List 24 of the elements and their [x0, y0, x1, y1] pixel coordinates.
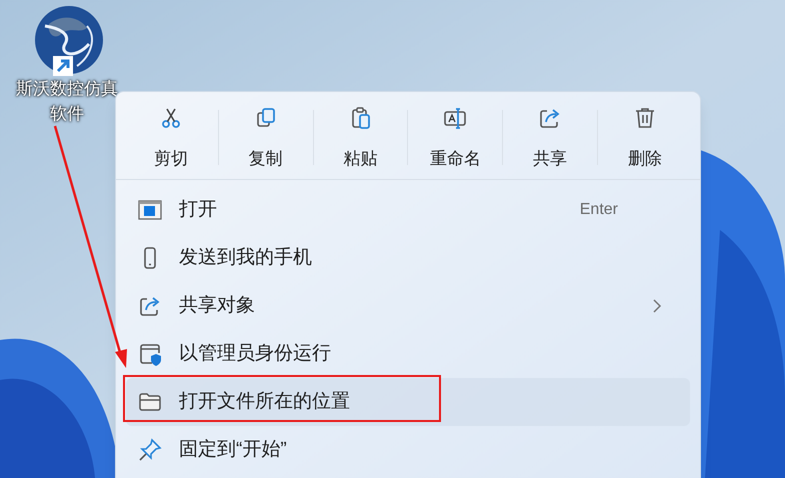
menu-item[interactable]: 发送到我的手机	[126, 234, 690, 282]
menu-item-label: 打开	[179, 198, 217, 222]
pin-icon	[138, 438, 162, 462]
toolbar-button[interactable]: 剪切	[124, 106, 218, 169]
window-icon	[138, 198, 162, 222]
toolbar-button[interactable]: 粘贴	[314, 106, 408, 169]
menu-item-label: 固定到“开始”	[179, 438, 287, 462]
menu-item-label: 发送到我的手机	[179, 246, 312, 270]
toolbar-button[interactable]: 重命名	[408, 106, 502, 169]
menu-item[interactable]: 固定到“开始”	[126, 426, 690, 474]
menu-item[interactable]: 打开 Enter	[126, 186, 690, 234]
shield-window-icon	[138, 342, 162, 366]
menu-item[interactable]: 打开文件所在的位置	[126, 378, 690, 426]
text-cursor-icon	[443, 106, 468, 130]
menu-item-label: 打开文件所在的位置	[179, 390, 350, 414]
toolbar-button[interactable]: 删除	[598, 106, 692, 169]
desktop-icon-label: 斯沃数控仿真软件	[15, 78, 119, 125]
menu-item-label: 共享对象	[179, 294, 255, 318]
toolbar-button[interactable]: 复制	[218, 106, 313, 169]
menu-item[interactable]: 共享对象	[126, 282, 690, 330]
menu-item-label: 以管理员身份运行	[179, 342, 331, 366]
toolbar-button[interactable]: 共享	[503, 106, 598, 169]
menu-item[interactable]: 以管理员身份运行	[126, 330, 690, 378]
shortcut-text: Enter	[580, 200, 618, 220]
